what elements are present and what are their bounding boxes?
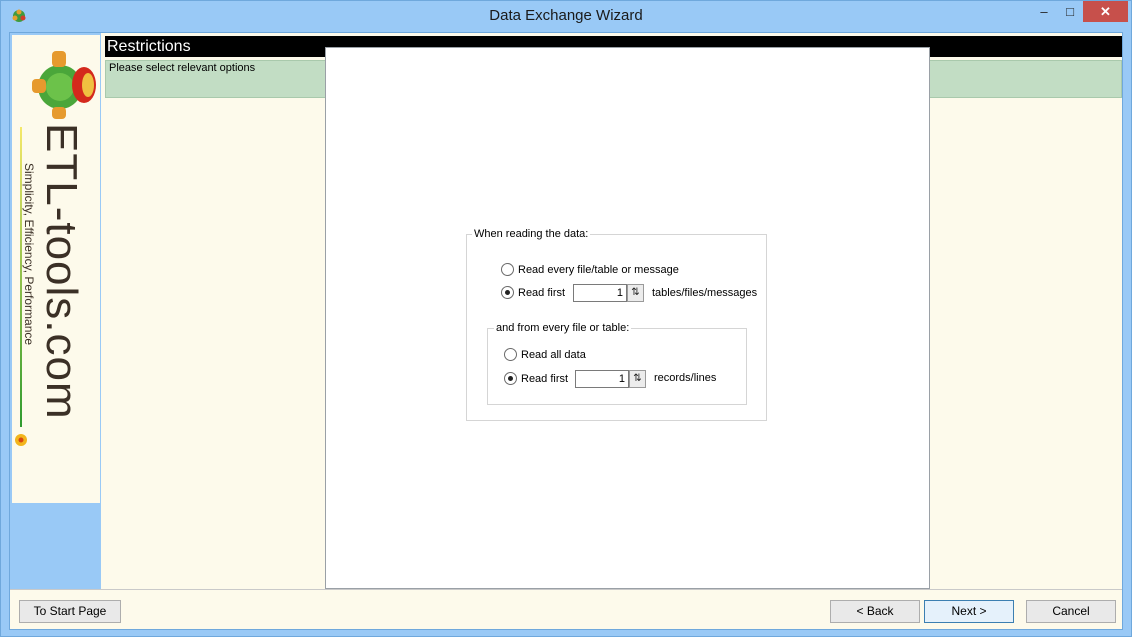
tables-count-spinner[interactable]: 1 ⇅ (573, 284, 644, 302)
records-count-spinner[interactable]: 1 ⇅ (575, 370, 646, 388)
records-count-stepper-icon[interactable]: ⇅ (629, 370, 646, 388)
close-button[interactable]: ✕ (1083, 1, 1128, 22)
read-every-radio[interactable] (501, 263, 514, 276)
tables-count-input[interactable]: 1 (573, 284, 627, 302)
read-all-radio[interactable] (504, 348, 517, 361)
minimize-button[interactable]: – (1031, 1, 1057, 22)
reading-options-group: When reading the data: Read every file/t… (466, 228, 767, 421)
etl-logo-icon (32, 51, 96, 119)
read-first-tables-option[interactable]: Read first (501, 286, 565, 299)
records-options-group: and from every file or table: Read all d… (487, 322, 747, 405)
read-first-records-radio[interactable] (504, 372, 517, 385)
read-first-records-label: Read first (521, 372, 569, 385)
read-first-tables-label: Read first (518, 286, 566, 299)
wizard-window: Data Exchange Wizard – □ ✕ ETL-tools.com… (0, 0, 1132, 637)
flower-icon (15, 434, 27, 446)
read-all-option[interactable]: Read all data (504, 348, 586, 361)
read-first-records-option[interactable]: Read first (504, 372, 568, 385)
read-every-option[interactable]: Read every file/table or message (501, 263, 679, 276)
tables-count-stepper-icon[interactable]: ⇅ (627, 284, 644, 302)
records-options-legend: and from every file or table: (494, 322, 632, 334)
records-unit-label: records/lines (654, 372, 717, 384)
brand-name: ETL-tools.com (37, 123, 86, 420)
back-button[interactable]: < Back (830, 600, 920, 623)
brand-panel: ETL-tools.com Simplicity, Efficiency, Pe… (12, 35, 100, 503)
read-first-tables-radio[interactable] (501, 286, 514, 299)
sidebar: ETL-tools.com Simplicity, Efficiency, Pe… (10, 33, 101, 589)
options-page: When reading the data: Read every file/t… (325, 47, 930, 589)
cancel-button[interactable]: Cancel (1026, 600, 1116, 623)
wizard-client-area: ETL-tools.com Simplicity, Efficiency, Pe… (9, 32, 1123, 630)
title-bar[interactable]: Data Exchange Wizard – □ ✕ (1, 1, 1131, 32)
reading-options-legend: When reading the data: (472, 228, 591, 240)
next-button[interactable]: Next > (924, 600, 1014, 623)
tables-unit-label: tables/files/messages (652, 287, 758, 299)
read-all-label: Read all data (521, 348, 586, 361)
maximize-button[interactable]: □ (1057, 1, 1083, 22)
records-count-input[interactable]: 1 (575, 370, 629, 388)
read-every-label: Read every file/table or message (518, 263, 679, 276)
wizard-footer: To Start Page < Back Next > Cancel (10, 589, 1122, 629)
brand-tagline: Simplicity, Efficiency, Performance (22, 163, 36, 346)
window-title: Data Exchange Wizard (489, 7, 643, 24)
start-page-button[interactable]: To Start Page (19, 600, 121, 623)
